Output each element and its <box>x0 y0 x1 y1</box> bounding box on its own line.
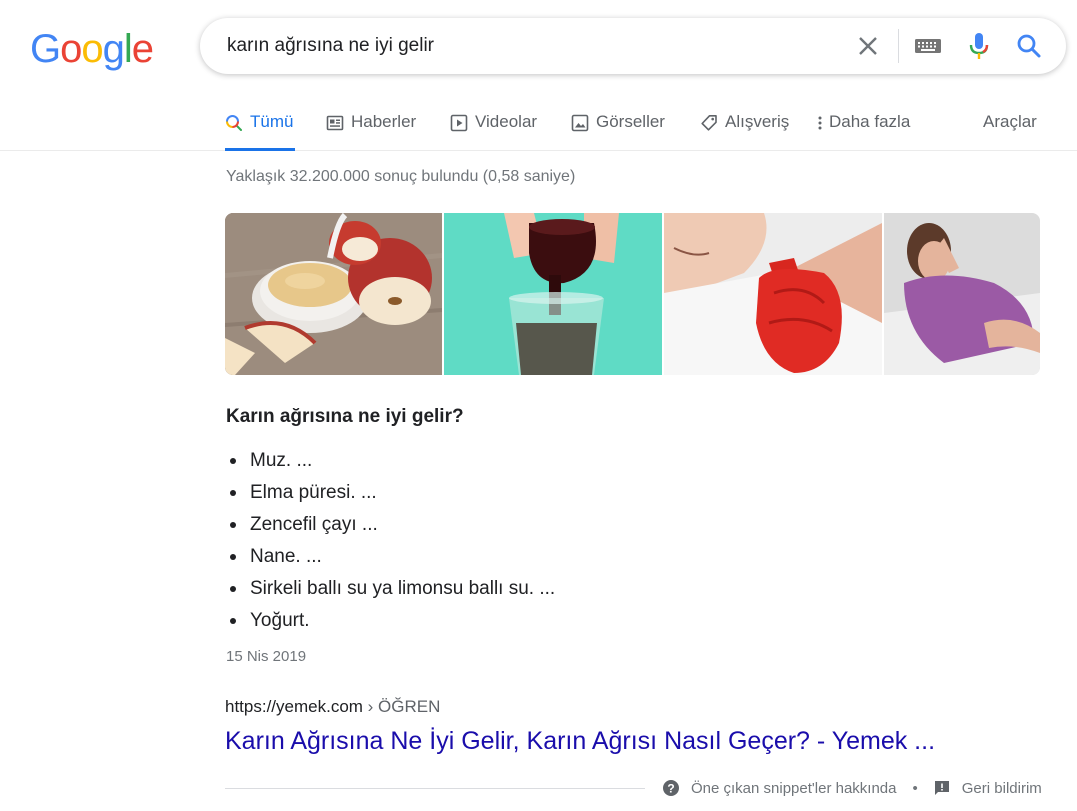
search-icon <box>1017 34 1041 58</box>
logo-letter: g <box>102 27 125 71</box>
search-button[interactable] <box>1015 32 1043 60</box>
close-icon <box>859 37 877 55</box>
list-item: Muz. ... <box>226 446 555 478</box>
list-item: Yoğurt. <box>226 606 555 638</box>
search-box[interactable]: karın ağrısına ne iyi gelir <box>200 18 1066 74</box>
about-snippets-link[interactable]: ? Öne çıkan snippet'ler hakkında <box>662 779 897 797</box>
search-icon <box>226 115 242 131</box>
snippet-list: Muz. ... Elma püresi. ... Zencefil çayı … <box>226 446 555 638</box>
image-icon <box>571 114 589 132</box>
list-item: Sirkeli ballı su ya limonsu ballı su. ..… <box>226 574 555 606</box>
about-snippets-label: Öne çıkan snippet'ler hakkında <box>691 779 897 797</box>
logo-letter: e <box>131 27 154 71</box>
video-icon <box>450 114 468 132</box>
tab-label: Videolar <box>475 112 538 131</box>
search-tabs: Tümü Haberler Videolar Görseller Alışver… <box>0 100 1077 151</box>
snippet-date: 15 Nis 2019 <box>226 648 307 665</box>
search-input[interactable]: karın ağrısına ne iyi gelir <box>227 35 434 57</box>
tab-label: Görseller <box>596 112 665 131</box>
tab-shopping[interactable]: Alışveriş <box>700 112 789 151</box>
tab-label: Alışveriş <box>725 112 790 131</box>
tab-label: Tümü <box>250 112 294 131</box>
voice-search-button[interactable] <box>968 31 990 61</box>
tab-news[interactable]: Haberler <box>326 112 416 151</box>
google-logo[interactable]: Google <box>30 27 154 71</box>
logo-letter: o <box>60 27 82 71</box>
stomach-pain-woman-image[interactable] <box>884 213 1040 375</box>
hot-water-bottle-image[interactable] <box>664 213 882 375</box>
syrup-pour-image[interactable] <box>444 213 662 375</box>
tab-images[interactable]: Görseller <box>571 112 665 151</box>
tag-icon <box>701 115 717 131</box>
footer-separator: • <box>912 779 918 797</box>
feedback-link[interactable]: Geri bildirim <box>933 779 1042 797</box>
tab-videos[interactable]: Videolar <box>450 112 537 151</box>
tools-button[interactable]: Araçlar <box>983 112 1037 132</box>
clear-search-button[interactable] <box>854 32 882 60</box>
tab-label: Haberler <box>351 112 417 131</box>
snippet-footer: ? Öne çıkan snippet'ler hakkında • Geri … <box>662 778 1042 798</box>
help-icon: ? <box>663 780 679 796</box>
keyboard-button[interactable] <box>914 35 942 57</box>
snippet-title: Karın ağrısına ne iyi gelir? <box>226 406 464 427</box>
url-breadcrumb: › ÖĞREN <box>362 697 441 716</box>
list-item: Nane. ... <box>226 542 555 574</box>
logo-letter: l <box>123 27 133 71</box>
search-box-divider <box>898 29 899 63</box>
image-pack <box>225 213 1040 375</box>
feedback-icon <box>934 781 949 795</box>
svg-text:?: ? <box>667 782 674 796</box>
result-title-link[interactable]: Karın Ağrısına Ne İyi Gelir, Karın Ağrıs… <box>225 727 935 756</box>
feedback-label: Geri bildirim <box>961 779 1042 797</box>
list-item: Elma püresi. ... <box>226 478 555 510</box>
tab-all[interactable]: Tümü <box>225 112 295 151</box>
keyboard-icon <box>915 39 941 53</box>
logo-letter: G <box>30 27 61 71</box>
tab-more[interactable]: Daha fazla <box>815 112 910 151</box>
list-item: Zencefil çayı ... <box>226 510 555 542</box>
result-url[interactable]: https://yemek.com › ÖĞREN <box>225 697 440 717</box>
applesauce-image[interactable] <box>225 213 442 375</box>
footer-divider <box>225 788 645 789</box>
logo-letter: o <box>81 27 103 71</box>
url-domain: https://yemek.com <box>225 697 363 716</box>
result-stats: Yaklaşık 32.200.000 sonuç bulundu (0,58 … <box>226 168 576 185</box>
news-icon <box>326 115 344 131</box>
microphone-icon <box>969 33 989 59</box>
tab-label: Daha fazla <box>829 112 911 131</box>
more-vert-icon <box>818 116 822 130</box>
